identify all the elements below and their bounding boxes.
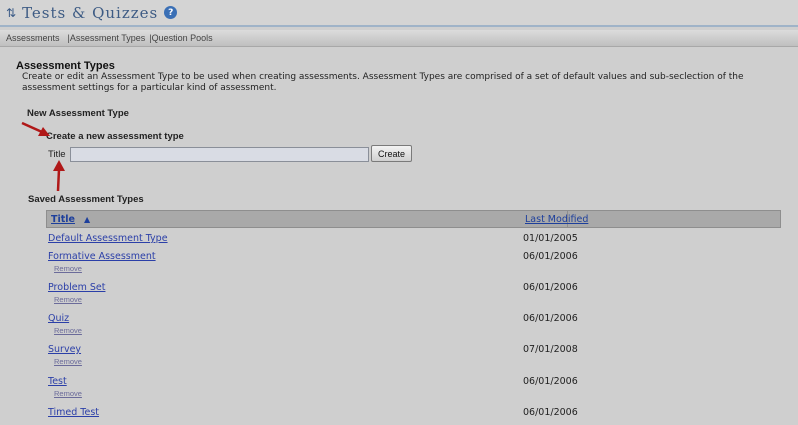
nav-question-pools-link[interactable]: Question Pools xyxy=(152,33,213,43)
table-header: Title ▲ Last Modified xyxy=(46,210,781,228)
assessment-type-link[interactable]: Test xyxy=(48,376,67,387)
remove-link[interactable]: Remove xyxy=(54,326,82,335)
saved-types-heading: Saved Assessment Types xyxy=(28,194,144,205)
assessment-type-link[interactable]: Survey xyxy=(48,344,81,355)
new-type-heading: New Assessment Type xyxy=(27,108,129,119)
assessment-type-link[interactable]: Default Assessment Type xyxy=(48,233,168,244)
nav-assessment-types-current: Assessment Types xyxy=(69,33,146,43)
last-modified-date: 01/01/2005 xyxy=(523,233,578,244)
last-modified-date: 06/01/2006 xyxy=(523,282,578,293)
last-modified-column-header[interactable]: Last Modified xyxy=(525,214,588,225)
assessment-type-link[interactable]: Quiz xyxy=(48,313,69,324)
reset-tool-icon[interactable]: ⇅ xyxy=(6,6,16,20)
create-button[interactable]: Create xyxy=(371,145,412,162)
annotation-arrow-icon xyxy=(53,160,65,192)
remove-link[interactable]: Remove xyxy=(54,357,82,366)
last-modified-date: 06/01/2006 xyxy=(523,376,578,387)
remove-link[interactable]: Remove xyxy=(54,389,82,398)
tool-title: Tests & Quizzes xyxy=(22,3,159,22)
assessment-type-link[interactable]: Timed Test xyxy=(48,407,99,418)
last-modified-date: 06/01/2006 xyxy=(523,251,578,262)
annotation-arrow-icon xyxy=(21,121,50,136)
tool-navbar: Assessments | Assessment Types | Questio… xyxy=(0,30,798,47)
title-column-header[interactable]: Title xyxy=(51,214,75,225)
remove-link[interactable]: Remove xyxy=(54,295,82,304)
assessment-type-link[interactable]: Problem Set xyxy=(48,282,105,293)
section-description: Create or edit an Assessment Type to be … xyxy=(22,72,744,93)
tool-title-bar: ⇅ Tests & Quizzes ? xyxy=(0,0,798,27)
title-input[interactable] xyxy=(70,147,369,162)
assessment-type-link[interactable]: Formative Assessment xyxy=(48,251,156,262)
page-title: Assessment Types xyxy=(16,60,115,72)
help-icon[interactable]: ? xyxy=(164,6,178,19)
nav-assessments-link[interactable]: Assessments xyxy=(6,33,60,43)
last-modified-date: 06/01/2006 xyxy=(523,407,578,418)
last-modified-date: 07/01/2008 xyxy=(523,344,578,355)
create-type-label: Create a new assessment type xyxy=(46,131,184,142)
sort-ascending-icon[interactable]: ▲ xyxy=(84,215,90,224)
last-modified-date: 06/01/2006 xyxy=(523,313,578,324)
remove-link[interactable]: Remove xyxy=(54,264,82,273)
